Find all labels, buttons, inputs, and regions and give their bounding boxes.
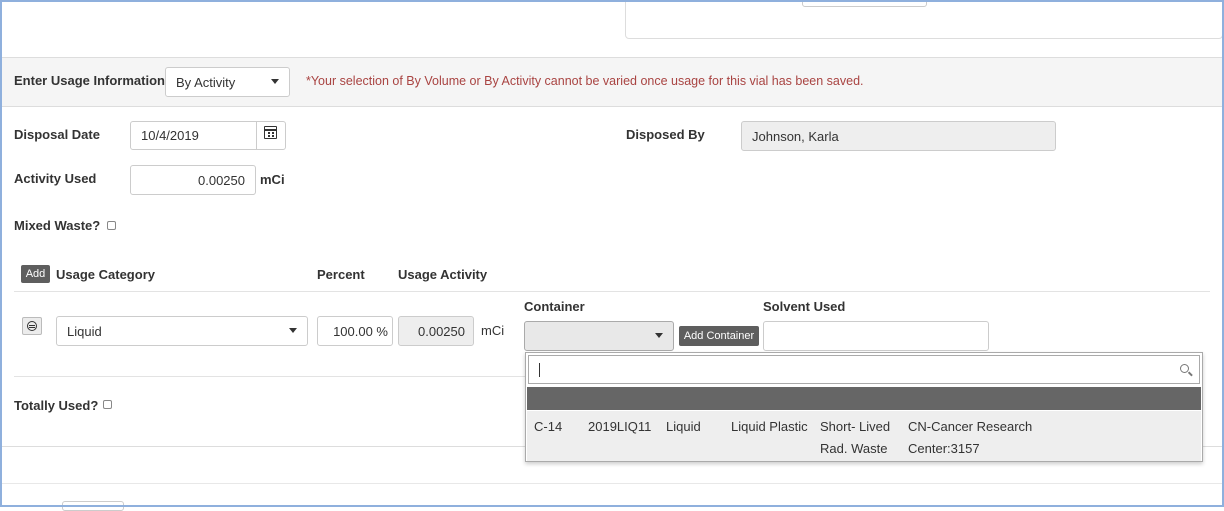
- solvent-header: Solvent Used: [763, 299, 846, 314]
- solvent-used-input[interactable]: [763, 321, 989, 351]
- option-waste-line1: Short- Lived: [820, 419, 891, 434]
- option-location-line1: CN-Cancer Research: [908, 419, 1033, 434]
- usage-activity-value: 0.00250: [418, 323, 465, 339]
- totally-used-label: Totally Used?: [14, 398, 99, 413]
- disposal-date-value: 10/4/2019: [141, 128, 199, 143]
- table-header-divider: [14, 291, 1210, 292]
- activity-used-value: 0.00250: [198, 172, 245, 188]
- disposal-date-input[interactable]: 10/4/2019: [130, 121, 286, 150]
- caret-down-icon: [271, 79, 279, 84]
- usage-mode-select[interactable]: By Activity: [165, 67, 290, 97]
- add-category-label: Add: [25, 268, 46, 280]
- percent-header: Percent: [317, 267, 365, 282]
- add-container-button[interactable]: Add Container: [679, 326, 759, 346]
- date-input-divider: [256, 122, 257, 149]
- top-panel-card: [625, 0, 1223, 39]
- percent-value: 100.00 %: [333, 323, 388, 339]
- dropdown-option[interactable]: C-14 2019LIQ11 Liquid Liquid Plastic Sho…: [527, 411, 1201, 461]
- mixed-waste-label: Mixed Waste?: [14, 218, 101, 233]
- container-select[interactable]: [524, 321, 674, 351]
- dropdown-highlighted-option[interactable]: [527, 387, 1201, 410]
- row-divider: [14, 376, 526, 377]
- search-icon: [1180, 364, 1189, 373]
- usage-activity-field: 0.00250: [398, 316, 474, 346]
- caret-down-icon: [655, 333, 663, 338]
- option-waste-line2: Rad. Waste: [820, 441, 888, 456]
- usage-mode-value: By Activity: [176, 74, 236, 90]
- footer-button[interactable]: [62, 501, 124, 511]
- add-container-label: Add Container: [683, 330, 755, 342]
- activity-used-label: Activity Used: [14, 171, 97, 186]
- activity-used-unit: mCi: [260, 172, 285, 187]
- usage-category-select[interactable]: Liquid: [56, 316, 308, 346]
- disposal-date-label: Disposal Date: [14, 127, 100, 142]
- option-waste: Short- Lived Rad. Waste: [820, 416, 890, 460]
- activity-used-input[interactable]: 0.00250: [130, 165, 256, 195]
- percent-input[interactable]: 100.00 %: [317, 316, 393, 346]
- text-cursor: [539, 363, 540, 377]
- option-isotope: C-14: [534, 419, 563, 434]
- add-category-button[interactable]: Add: [21, 265, 50, 283]
- container-search-input[interactable]: [528, 355, 1200, 384]
- disposed-by-value: Johnson, Karla: [752, 128, 839, 144]
- calendar-icon[interactable]: [264, 126, 277, 139]
- usage-info-label: Enter Usage Information: [14, 73, 165, 88]
- usage-activity-header: Usage Activity: [398, 267, 488, 282]
- usage-activity-unit: mCi: [481, 323, 505, 338]
- footer-divider: [2, 483, 1222, 484]
- totally-used-checkbox[interactable]: [103, 400, 112, 409]
- remove-circle-icon: [27, 321, 37, 331]
- usage-mode-warning: *Your selection of By Volume or By Activ…: [306, 74, 864, 88]
- option-form: Liquid: [666, 419, 701, 434]
- option-code: 2019LIQ11: [588, 419, 652, 434]
- disposed-by-field: Johnson, Karla: [741, 121, 1056, 151]
- remove-category-button[interactable]: [22, 317, 42, 335]
- caret-down-icon: [289, 328, 297, 333]
- mixed-waste-checkbox[interactable]: [107, 221, 116, 230]
- usage-category-value: Liquid: [67, 323, 102, 339]
- container-header: Container: [524, 299, 585, 314]
- option-location: CN-Cancer Research Center:3157: [908, 416, 1032, 460]
- usage-category-header: Usage Category: [56, 267, 155, 282]
- option-location-line2: Center:3157: [908, 441, 980, 456]
- container-dropdown: C-14 2019LIQ11 Liquid Liquid Plastic Sho…: [525, 352, 1203, 462]
- top-panel-button[interactable]: [802, 0, 927, 7]
- disposed-by-label: Disposed By: [626, 127, 705, 142]
- option-type: Liquid Plastic: [731, 419, 808, 434]
